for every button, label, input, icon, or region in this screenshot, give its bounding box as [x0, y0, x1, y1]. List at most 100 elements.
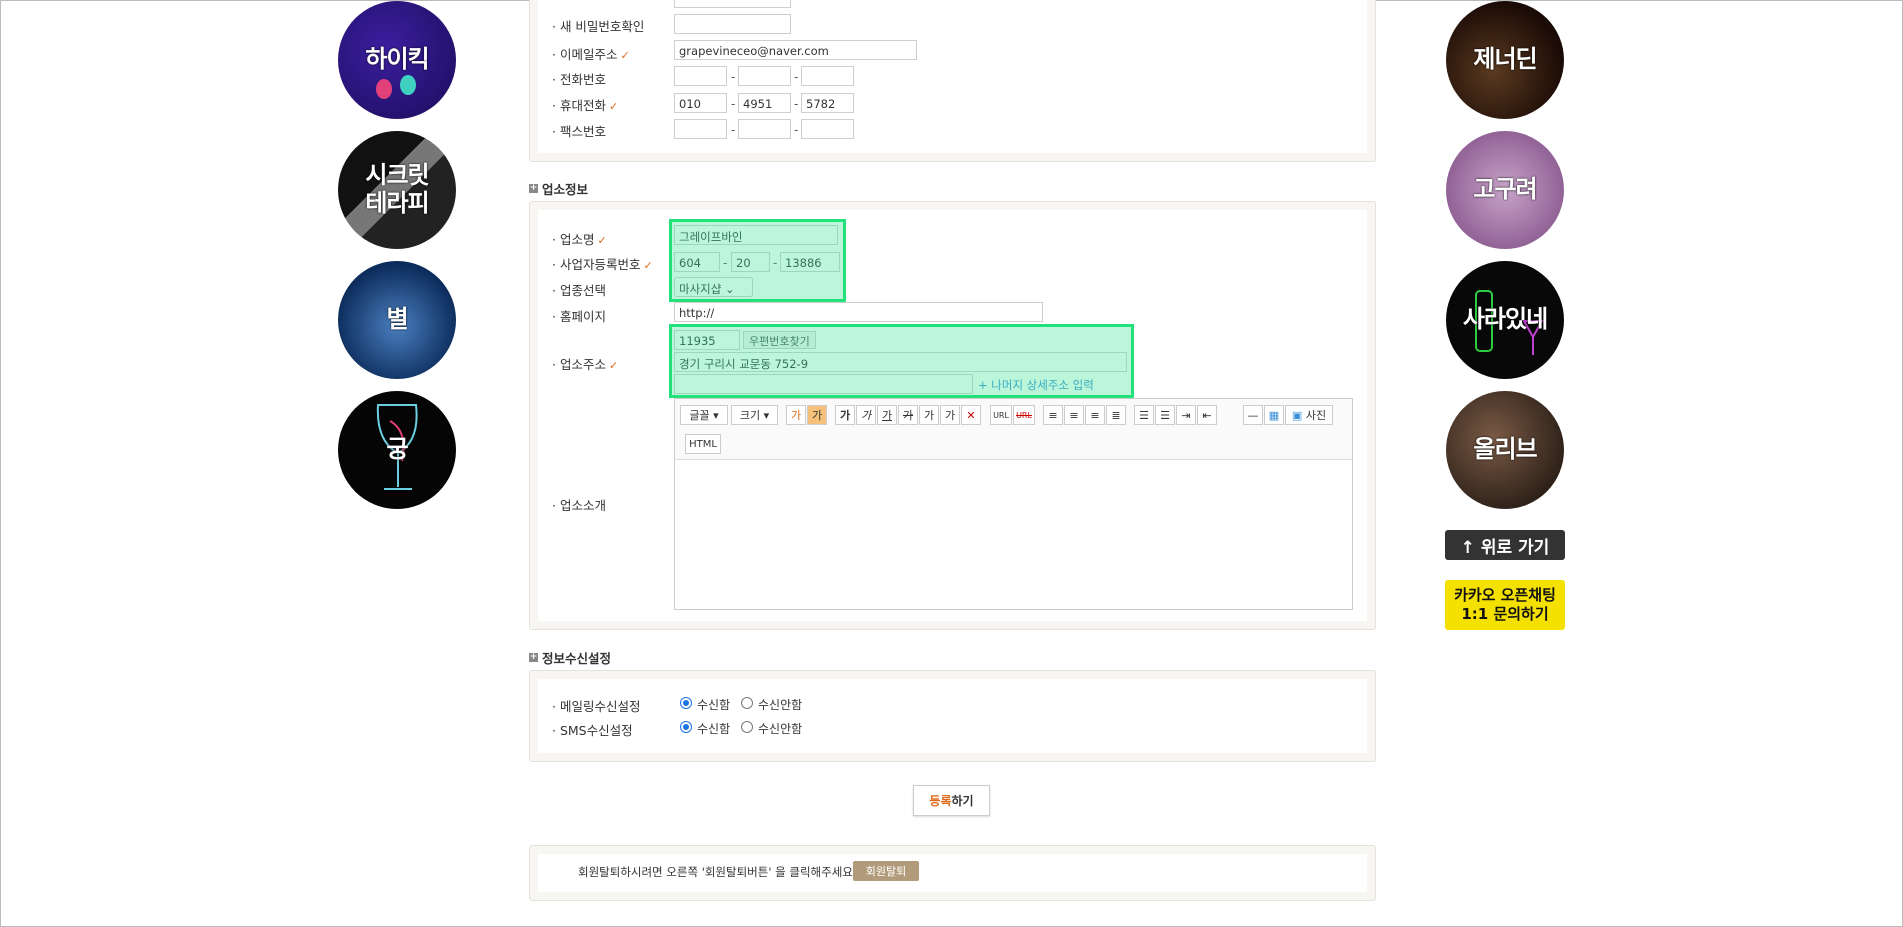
bullet-list-icon[interactable]: ☰	[1155, 405, 1175, 425]
banner-label: 사라있네	[1462, 305, 1548, 334]
banner-goguryeo[interactable]: 고구려	[1446, 131, 1564, 249]
address2-field[interactable]	[674, 374, 973, 394]
banner-label: 별	[386, 305, 408, 334]
address-detail-link[interactable]: + 나머지 상세주소 입력	[978, 377, 1094, 393]
new-password-confirm-label: · 새 비밀번호확인	[552, 19, 645, 34]
align-right-icon[interactable]: ≡	[1085, 405, 1105, 425]
homepage-field[interactable]: http://	[674, 302, 1043, 322]
mobile-field-3[interactable]: 5782	[801, 93, 854, 113]
font-select[interactable]: 글꼴 ▾	[680, 405, 728, 425]
image-icon: ▣	[1291, 408, 1303, 422]
align-center-icon[interactable]: ≡	[1064, 405, 1084, 425]
banner-star[interactable]: 별	[338, 261, 456, 379]
zip-field[interactable]: 11935	[674, 330, 740, 350]
indent-icon[interactable]: ⇥	[1176, 405, 1196, 425]
hr-icon[interactable]: —	[1243, 405, 1263, 425]
bg-color-button[interactable]: 가	[807, 405, 827, 425]
phone-field-1[interactable]	[674, 66, 727, 86]
banner-generdin[interactable]: 제너딘	[1446, 1, 1564, 119]
business-section-title: + 업소정보	[529, 182, 589, 197]
category-label: · 업종선택	[552, 283, 606, 298]
fax-field-2[interactable]	[738, 119, 791, 139]
mailing-no-radio[interactable]	[741, 697, 753, 709]
phone-dash: -	[794, 70, 799, 84]
mobile-label: · 휴대전화 ✓	[552, 98, 619, 113]
table-icon[interactable]: ▦	[1264, 405, 1284, 425]
link-button[interactable]: URL	[990, 405, 1012, 425]
email-field[interactable]: grapevineceo@naver.com	[674, 40, 917, 60]
unlink-button[interactable]: URL	[1013, 405, 1035, 425]
fax-field-1[interactable]	[674, 119, 727, 139]
homepage-label: · 홈페이지	[552, 309, 606, 324]
banner-olive[interactable]: 올리브	[1446, 391, 1564, 509]
ordered-list-icon[interactable]: ☰	[1134, 405, 1154, 425]
business-reg-field-2[interactable]: 20	[731, 252, 770, 272]
clear-format-button[interactable]: ✕	[961, 405, 981, 425]
sms-yes-radio[interactable]	[680, 721, 692, 733]
business-name-field[interactable]: 그레이프바인	[674, 225, 838, 245]
align-justify-icon[interactable]: ≣	[1106, 405, 1126, 425]
leave-button[interactable]: 회원탈퇴	[853, 861, 919, 881]
business-reg-field-1[interactable]: 604	[674, 252, 720, 272]
banner-gung[interactable]: 궁	[338, 391, 456, 509]
kakao-line2: 1:1 문의하기	[1461, 605, 1549, 623]
mobile-dash: -	[794, 97, 799, 111]
address1-field[interactable]: 경기 구리시 교문동 752-9	[674, 352, 1127, 372]
subscript-button[interactable]: 가	[940, 405, 960, 425]
banner-secret-therapy[interactable]: 시크릿 테라피	[338, 131, 456, 249]
leave-text: 회원탈퇴하시려면 오른쪽 '회원탈퇴버튼' 을 클릭해주세요.	[578, 865, 857, 879]
mailing-label: · 메일링수신설정	[552, 699, 641, 714]
phone-dash: -	[731, 70, 736, 84]
subscription-section-title: + 정보수신설정	[529, 651, 612, 666]
banner-hikick[interactable]: 하이킥	[338, 1, 456, 119]
kakao-openchat-button[interactable]: 카카오 오픈채팅 1:1 문의하기	[1445, 580, 1565, 630]
mailing-yes-radio[interactable]	[680, 697, 692, 709]
underline-button[interactable]: 가	[877, 405, 897, 425]
balloon-icon	[400, 75, 416, 95]
phone-label: · 전화번호	[552, 72, 606, 87]
mailing-no-label: 수신안함	[758, 698, 803, 712]
strike-button[interactable]: 가	[898, 405, 918, 425]
kakao-line1: 카카오 오픈채팅	[1454, 586, 1556, 605]
banner-label: 궁	[386, 435, 408, 464]
sms-no-radio[interactable]	[741, 721, 753, 733]
mobile-field-1[interactable]: 010	[674, 93, 727, 113]
sms-yes-label: 수신함	[697, 722, 731, 736]
zip-search-button[interactable]: 우편번호찾기	[743, 331, 816, 349]
new-password-confirm-field[interactable]	[674, 14, 791, 34]
business-reg-label: · 사업자등록번호 ✓	[552, 257, 653, 272]
image-button[interactable]: ▣ 사진	[1285, 405, 1333, 425]
intro-label: · 업소소개	[552, 498, 606, 513]
fax-dash: -	[731, 123, 736, 137]
business-name-label: · 업소명 ✓	[552, 232, 607, 247]
mailing-yes-label: 수신함	[697, 698, 731, 712]
business-reg-field-3[interactable]: 13886	[780, 252, 840, 272]
html-mode-button[interactable]: HTML	[685, 434, 721, 454]
scroll-top-label: ↑ 위로 가기	[1460, 537, 1550, 558]
align-left-icon[interactable]: ≡	[1043, 405, 1063, 425]
register-button[interactable]: 등록 하기	[913, 785, 990, 816]
scroll-top-button[interactable]: ↑ 위로 가기	[1445, 530, 1565, 560]
italic-button[interactable]: 가	[856, 405, 876, 425]
sms-no-label: 수신안함	[758, 722, 803, 736]
font-color-button[interactable]: 가	[786, 405, 806, 425]
rich-text-editor[interactable]: 글꼴 ▾ 크기 ▾ 가 가 가 가 가 가 가 가 ✕ URL URL ≡ ≡ …	[674, 398, 1353, 610]
banner-label: 제너딘	[1473, 45, 1537, 74]
plus-icon: +	[529, 652, 538, 662]
banner-label: 시크릿 테라피	[365, 161, 429, 217]
outdent-icon[interactable]: ⇤	[1197, 405, 1217, 425]
size-select[interactable]: 크기 ▾	[731, 405, 778, 425]
subscription-panel	[529, 670, 1376, 762]
phone-field-2[interactable]	[738, 66, 791, 86]
fax-dash: -	[794, 123, 799, 137]
bold-button[interactable]: 가	[835, 405, 855, 425]
superscript-button[interactable]: 가	[919, 405, 939, 425]
fax-field-3[interactable]	[801, 119, 854, 139]
new-password-field[interactable]	[674, 0, 791, 8]
category-select[interactable]: 마사지샵 ⌄	[674, 277, 753, 297]
mobile-field-2[interactable]: 4951	[738, 93, 791, 113]
phone-field-3[interactable]	[801, 66, 854, 86]
mobile-dash: -	[731, 97, 736, 111]
banner-saranne[interactable]: 사라있네	[1446, 261, 1564, 379]
banner-label: 하이킥	[365, 45, 429, 74]
